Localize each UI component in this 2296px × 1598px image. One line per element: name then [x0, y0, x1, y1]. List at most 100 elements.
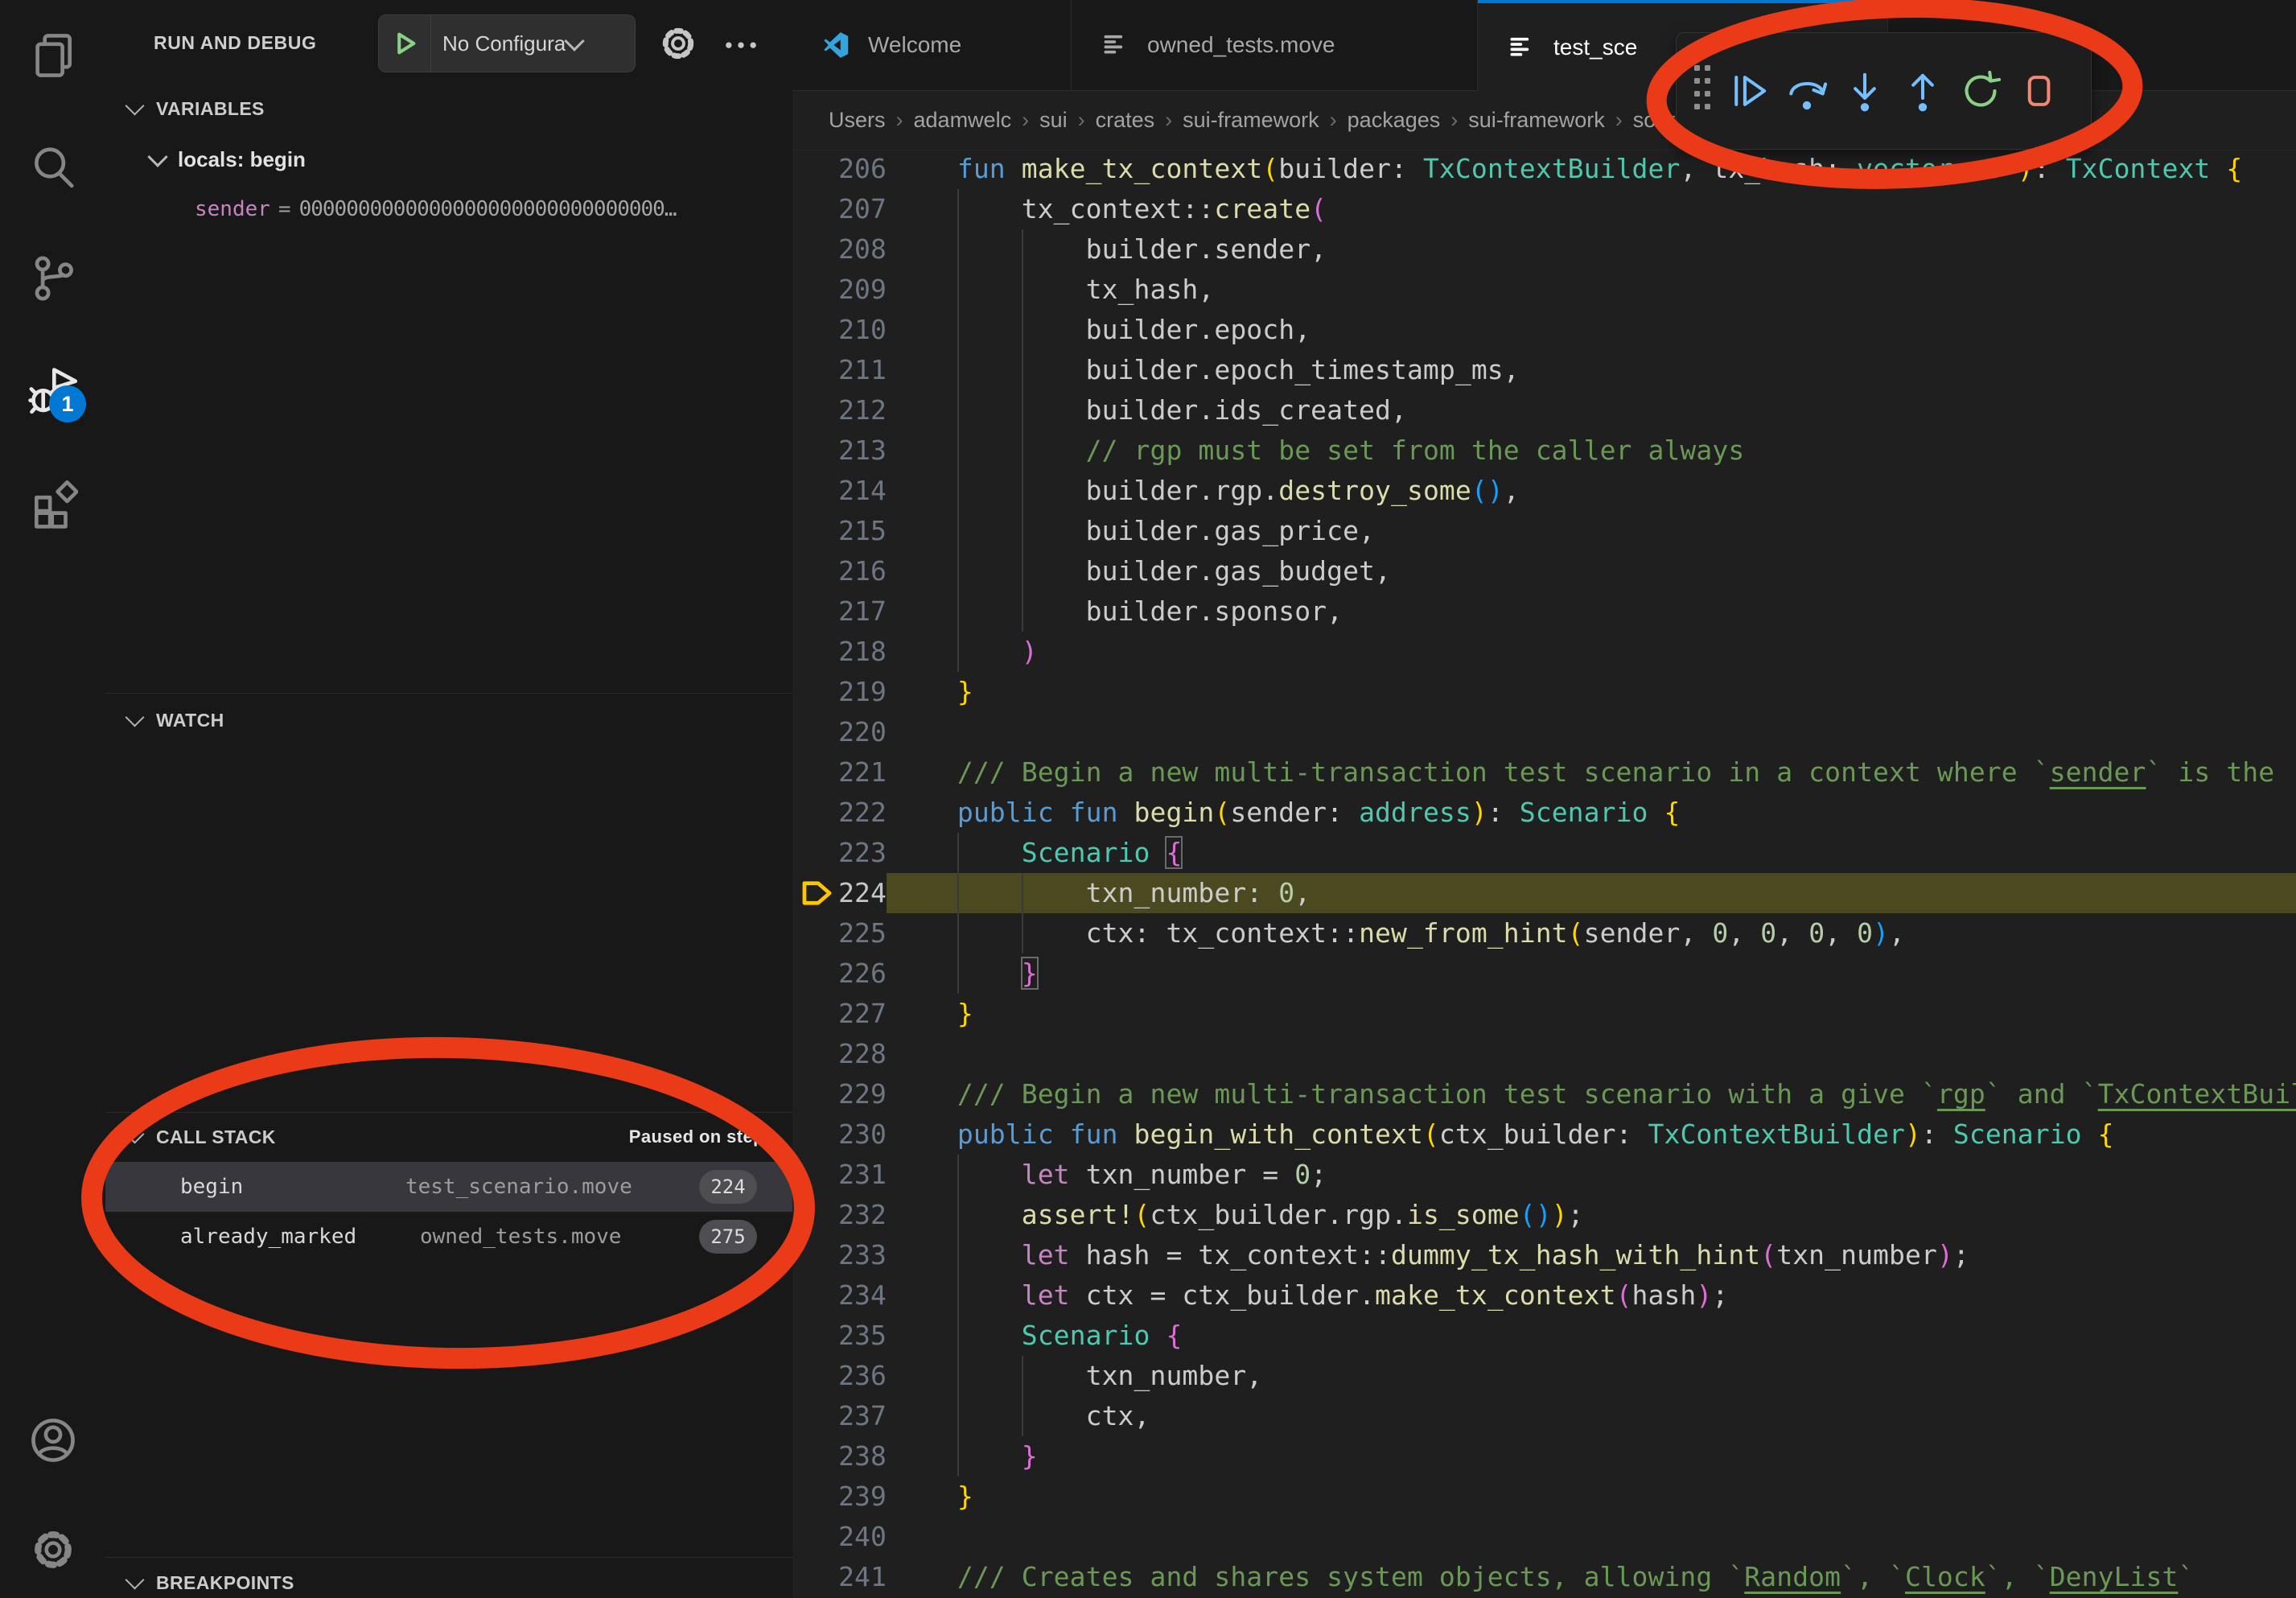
more-actions-icon[interactable]	[720, 23, 762, 64]
code-line[interactable]: 237 ctx,	[792, 1396, 2296, 1436]
call-stack-frame[interactable]: begintest_scenario.move224	[105, 1162, 792, 1212]
code-line[interactable]: 231 let txn_number = 0;	[792, 1155, 2296, 1195]
code-line[interactable]: 212 builder.ids_created,	[792, 390, 2296, 430]
code-line[interactable]: 220	[792, 712, 2296, 752]
line-number[interactable]: 220	[792, 712, 887, 752]
line-number[interactable]: 209	[792, 270, 887, 310]
code-line[interactable]: 234 let ctx = ctx_builder.make_tx_contex…	[792, 1275, 2296, 1316]
activity-bar-item-extensions[interactable]	[28, 479, 78, 529]
call-stack-section-header[interactable]: CALL STACK Paused on step	[105, 1115, 792, 1159]
activity-bar-item-source-control[interactable]	[28, 253, 78, 303]
line-number[interactable]: 213	[792, 430, 887, 471]
code-area[interactable]: 206 fun make_tx_context(builder: TxConte…	[792, 149, 2296, 1597]
line-number[interactable]: 207	[792, 189, 887, 229]
code-line[interactable]: 208 builder.sender,	[792, 229, 2296, 270]
line-number[interactable]: 236	[792, 1356, 887, 1396]
code-line[interactable]: 225 ctx: tx_context::new_from_hint(sende…	[792, 913, 2296, 953]
line-number[interactable]: 241	[792, 1557, 887, 1597]
line-number[interactable]: 235	[792, 1316, 887, 1356]
line-number[interactable]: 234	[792, 1275, 887, 1316]
line-number[interactable]: 222	[792, 793, 887, 833]
restart-button[interactable]	[1952, 51, 2010, 131]
line-number[interactable]: 229	[792, 1074, 887, 1114]
code-line[interactable]: 219 }	[792, 672, 2296, 712]
breadcrumb-item[interactable]: Users	[829, 108, 886, 133]
code-line[interactable]: 228	[792, 1034, 2296, 1074]
code-line-current[interactable]: 224 txn_number: 0,	[792, 873, 2296, 913]
breadcrumb-item[interactable]: packages	[1348, 108, 1441, 133]
breadcrumb-item[interactable]: crates	[1096, 108, 1155, 133]
step-over-button[interactable]	[1778, 51, 1836, 131]
line-number[interactable]: 226	[792, 953, 887, 994]
code-line[interactable]: 222 public fun begin(sender: address): S…	[792, 793, 2296, 833]
code-line[interactable]: 238 }	[792, 1436, 2296, 1477]
code-line[interactable]: 241 /// Creates and shares system object…	[792, 1557, 2296, 1597]
watch-section-header[interactable]: WATCH	[105, 698, 792, 742]
line-number[interactable]: 217	[792, 591, 887, 632]
variables-scope-row[interactable]: locals: begin	[150, 138, 306, 180]
line-number[interactable]: 215	[792, 511, 887, 551]
breadcrumb-item[interactable]: sui-framework	[1183, 108, 1319, 133]
start-debug-icon[interactable]	[379, 15, 431, 72]
tab-owned-tests-move[interactable]: owned_tests.move	[1072, 0, 1478, 91]
code-line[interactable]: 235 Scenario {	[792, 1316, 2296, 1356]
line-number[interactable]: 227	[792, 994, 887, 1034]
activity-bar-item-explorer[interactable]	[28, 31, 78, 80]
code-line[interactable]: 216 builder.gas_budget,	[792, 551, 2296, 591]
code-line[interactable]: 229 /// Begin a new multi-transaction te…	[792, 1074, 2296, 1114]
tab-welcome[interactable]: Welcome	[792, 0, 1072, 91]
code-line[interactable]: 218 )	[792, 632, 2296, 672]
breadcrumb-item[interactable]: sui	[1039, 108, 1068, 133]
code-line[interactable]: 206 fun make_tx_context(builder: TxConte…	[792, 149, 2296, 189]
code-line[interactable]: 226 }	[792, 953, 2296, 994]
line-number[interactable]: 230	[792, 1114, 887, 1155]
code-line[interactable]: 221 /// Begin a new multi-transaction te…	[792, 752, 2296, 793]
code-line[interactable]: 233 let hash = tx_context::dummy_tx_hash…	[792, 1235, 2296, 1275]
line-number[interactable]: 221	[792, 752, 887, 793]
line-number[interactable]: 223	[792, 833, 887, 873]
code-line[interactable]: 223 Scenario {	[792, 833, 2296, 873]
code-line[interactable]: 230 public fun begin_with_context(ctx_bu…	[792, 1114, 2296, 1155]
code-line[interactable]: 227 }	[792, 994, 2296, 1034]
stop-button[interactable]	[2010, 51, 2068, 131]
variables-section-header[interactable]: VARIABLES	[105, 87, 792, 130]
call-stack-frame[interactable]: already_markedowned_tests.move275	[105, 1212, 792, 1262]
activity-bar-item-run-and-debug[interactable]: 1	[28, 366, 78, 416]
code-line[interactable]: 240	[792, 1517, 2296, 1557]
code-line[interactable]: 239 }	[792, 1477, 2296, 1517]
breakpoints-section-header[interactable]: BREAKPOINTS	[105, 1561, 792, 1598]
line-number[interactable]: 216	[792, 551, 887, 591]
activity-bar-item-account[interactable]	[28, 1415, 78, 1465]
code-line[interactable]: 207 tx_context::create(	[792, 189, 2296, 229]
line-number[interactable]: 231	[792, 1155, 887, 1195]
line-number[interactable]: 239	[792, 1477, 887, 1517]
line-number[interactable]: 208	[792, 229, 887, 270]
activity-bar-item-search[interactable]	[28, 143, 78, 193]
line-number[interactable]: 233	[792, 1235, 887, 1275]
line-number[interactable]: 225	[792, 913, 887, 953]
line-number[interactable]: 218	[792, 632, 887, 672]
activity-bar-item-settings[interactable]	[28, 1525, 78, 1575]
code-line[interactable]: 217 builder.sponsor,	[792, 591, 2296, 632]
line-number[interactable]: 228	[792, 1034, 887, 1074]
line-number[interactable]: 206	[792, 149, 887, 189]
code-line[interactable]: 215 builder.gas_price,	[792, 511, 2296, 551]
line-number[interactable]: 214	[792, 471, 887, 511]
code-line[interactable]: 211 builder.epoch_timestamp_ms,	[792, 350, 2296, 390]
breadcrumb-item[interactable]: sui-framework	[1468, 108, 1605, 133]
line-number[interactable]: 232	[792, 1195, 887, 1235]
drag-handle-icon[interactable]	[1685, 55, 1720, 127]
line-number[interactable]: 210	[792, 310, 887, 350]
line-number[interactable]: 219	[792, 672, 887, 712]
code-line[interactable]: 213 // rgp must be set from the caller a…	[792, 430, 2296, 471]
continue-button[interactable]	[1720, 51, 1778, 131]
code-line[interactable]: 232 assert!(ctx_builder.rgp.is_some());	[792, 1195, 2296, 1235]
step-out-button[interactable]	[1894, 51, 1952, 131]
line-number[interactable]: 211	[792, 350, 887, 390]
debug-configuration-dropdown[interactable]: No Configura	[378, 14, 636, 72]
debug-settings-gear-icon[interactable]	[657, 23, 699, 64]
line-number[interactable]: 212	[792, 390, 887, 430]
line-number[interactable]: 238	[792, 1436, 887, 1477]
code-line[interactable]: 236 txn_number,	[792, 1356, 2296, 1396]
code-line[interactable]: 214 builder.rgp.destroy_some(),	[792, 471, 2296, 511]
